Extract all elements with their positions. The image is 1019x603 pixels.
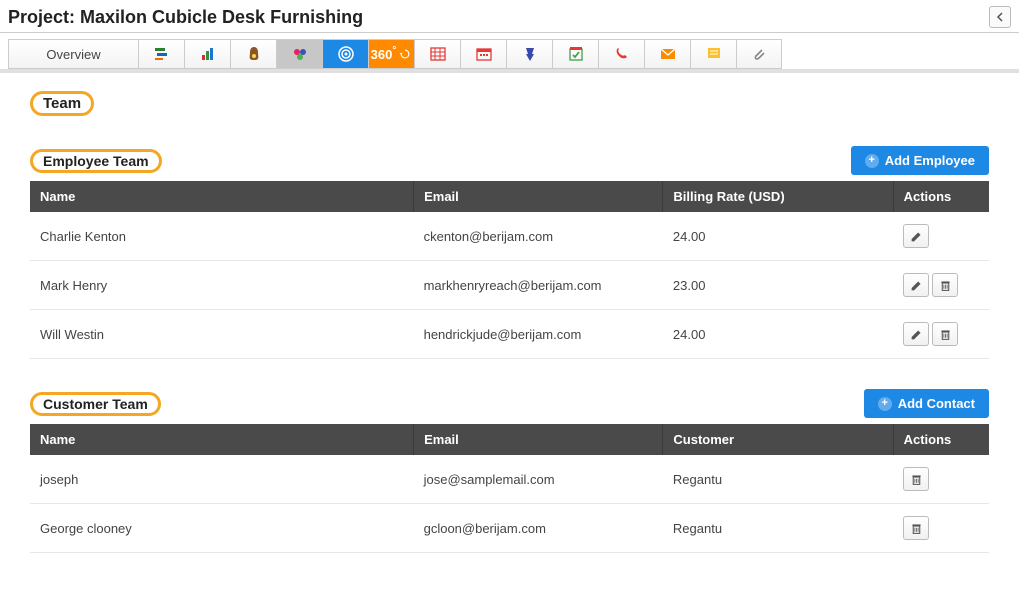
- cell-customer: Regantu: [663, 455, 893, 504]
- cell-rate: 23.00: [663, 261, 893, 310]
- tab-phone[interactable]: [598, 39, 644, 69]
- plus-icon: +: [865, 154, 879, 168]
- col-rate[interactable]: Billing Rate (USD): [663, 181, 893, 212]
- add-employee-button[interactable]: + Add Employee: [851, 146, 989, 175]
- cell-name: Will Westin: [30, 310, 414, 359]
- tab-mail[interactable]: [644, 39, 690, 69]
- add-contact-button[interactable]: + Add Contact: [864, 389, 989, 418]
- table-row: Charlie Kentonckenton@berijam.com24.00: [30, 212, 989, 261]
- col-name[interactable]: Name: [30, 181, 414, 212]
- plus-icon: +: [878, 397, 892, 411]
- col-actions: Actions: [893, 424, 989, 455]
- tab-target[interactable]: [322, 39, 368, 69]
- cell-email: hendrickjude@berijam.com: [414, 310, 663, 359]
- tab-attachment[interactable]: [736, 39, 782, 69]
- section-title-team: Team: [30, 91, 94, 116]
- cell-email: markhenryreach@berijam.com: [414, 261, 663, 310]
- col-customer[interactable]: Customer: [663, 424, 893, 455]
- table-row: George clooneygcloon@berijam.comRegantu: [30, 504, 989, 553]
- tab-calendar[interactable]: [460, 39, 506, 69]
- add-employee-label: Add Employee: [885, 153, 975, 168]
- col-actions: Actions: [893, 181, 989, 212]
- delete-button[interactable]: [932, 322, 958, 346]
- cell-rate: 24.00: [663, 310, 893, 359]
- edit-button[interactable]: [903, 322, 929, 346]
- cell-customer: Regantu: [663, 504, 893, 553]
- delete-button[interactable]: [903, 467, 929, 491]
- tab-grid[interactable]: [414, 39, 460, 69]
- cell-rate: 24.00: [663, 212, 893, 261]
- cell-email: ckenton@berijam.com: [414, 212, 663, 261]
- cell-email: jose@samplemail.com: [414, 455, 663, 504]
- cell-name: joseph: [30, 455, 414, 504]
- delete-button[interactable]: [932, 273, 958, 297]
- project-toolbar: Overview 360°: [8, 39, 1011, 69]
- employee-team-title: Employee Team: [30, 149, 162, 173]
- tab-360-label: 360: [371, 47, 393, 62]
- cell-name: Mark Henry: [30, 261, 414, 310]
- customer-team-title: Customer Team: [30, 392, 161, 416]
- tab-checklist[interactable]: [552, 39, 598, 69]
- delete-button[interactable]: [903, 516, 929, 540]
- tab-team[interactable]: [276, 39, 322, 69]
- table-row: Will Westinhendrickjude@berijam.com24.00: [30, 310, 989, 359]
- tab-overview[interactable]: Overview: [8, 39, 138, 69]
- edit-button[interactable]: [903, 224, 929, 248]
- tab-pin[interactable]: [506, 39, 552, 69]
- tab-gantt[interactable]: [138, 39, 184, 69]
- table-row: josephjose@samplemail.comRegantu: [30, 455, 989, 504]
- tab-360[interactable]: 360°: [368, 39, 414, 69]
- col-name[interactable]: Name: [30, 424, 414, 455]
- cell-name: George clooney: [30, 504, 414, 553]
- cell-email: gcloon@berijam.com: [414, 504, 663, 553]
- customer-team-table: Name Email Customer Actions josephjose@s…: [30, 424, 989, 553]
- col-email[interactable]: Email: [414, 424, 663, 455]
- cell-name: Charlie Kenton: [30, 212, 414, 261]
- col-email[interactable]: Email: [414, 181, 663, 212]
- edit-button[interactable]: [903, 273, 929, 297]
- tab-reports[interactable]: [184, 39, 230, 69]
- tab-finance[interactable]: [230, 39, 276, 69]
- project-title: Project: Maxilon Cubicle Desk Furnishing: [8, 7, 363, 28]
- table-row: Mark Henrymarkhenryreach@berijam.com23.0…: [30, 261, 989, 310]
- add-contact-label: Add Contact: [898, 396, 975, 411]
- tab-note[interactable]: [690, 39, 736, 69]
- employee-team-table: Name Email Billing Rate (USD) Actions Ch…: [30, 181, 989, 359]
- back-button[interactable]: [989, 6, 1011, 28]
